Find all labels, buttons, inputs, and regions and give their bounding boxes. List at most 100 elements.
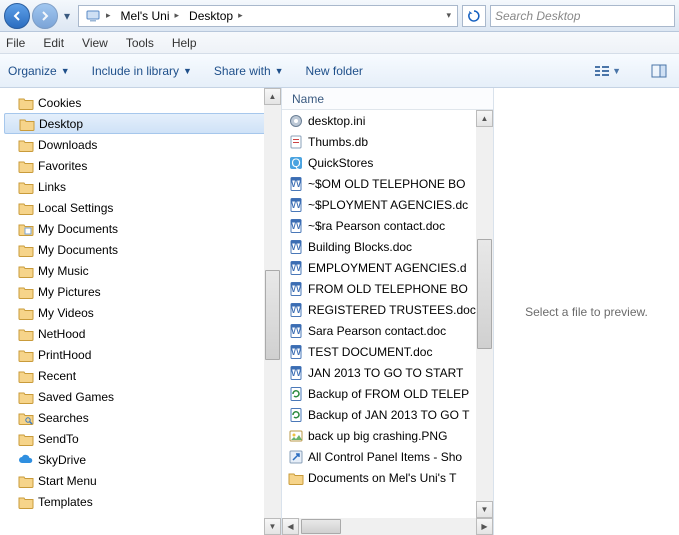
computer-icon: [85, 8, 101, 24]
tree-item-label: PrintHood: [38, 348, 91, 362]
doc-icon: W: [288, 260, 304, 276]
tree-item[interactable]: Cookies: [0, 92, 281, 113]
breadcrumb[interactable]: ▸ Mel's Uni ▸ Desktop ▸ ▾: [78, 5, 458, 27]
menu-help[interactable]: Help: [172, 36, 197, 50]
tree-item[interactable]: Start Menu: [0, 470, 281, 491]
scroll-thumb[interactable]: [477, 239, 492, 349]
list-hscrollbar[interactable]: ◀ ▶: [282, 518, 493, 535]
file-row[interactable]: All Control Panel Items - Sho: [282, 446, 493, 467]
doc-icon: W: [288, 344, 304, 360]
tree-item[interactable]: My Pictures: [0, 281, 281, 302]
refresh-button[interactable]: [462, 5, 486, 27]
menu-edit[interactable]: Edit: [43, 36, 64, 50]
menu-file[interactable]: File: [6, 36, 25, 50]
breadcrumb-seg2[interactable]: Desktop ▸: [185, 6, 249, 26]
tree-item[interactable]: Local Settings: [0, 197, 281, 218]
tree-scrollbar[interactable]: ▲ ▼: [264, 88, 281, 535]
scroll-down-button[interactable]: ▼: [264, 518, 281, 535]
file-row[interactable]: WSara Pearson contact.doc: [282, 320, 493, 341]
docx-icon: W: [288, 365, 304, 381]
tree-item[interactable]: Searches: [0, 407, 281, 428]
tree-item[interactable]: My Documents: [0, 239, 281, 260]
tree-item[interactable]: PrintHood: [0, 344, 281, 365]
file-row[interactable]: Backup of JAN 2013 TO GO T: [282, 404, 493, 425]
scroll-left-button[interactable]: ◀: [282, 518, 299, 535]
file-row[interactable]: WEMPLOYMENT AGENCIES.d: [282, 257, 493, 278]
docx-icon: W: [288, 218, 304, 234]
column-header-name[interactable]: Name: [282, 88, 493, 110]
list-scrollbar[interactable]: ▲ ▼: [476, 110, 493, 518]
command-bar: Organize ▼ Include in library ▼ Share wi…: [0, 54, 679, 88]
tree-item[interactable]: Saved Games: [0, 386, 281, 407]
content-area: CookiesDesktopDownloadsFavoritesLinksLoc…: [0, 88, 679, 535]
tree-item[interactable]: Desktop: [4, 113, 277, 134]
scroll-up-button[interactable]: ▲: [264, 88, 281, 105]
file-row[interactable]: back up big crashing.PNG: [282, 425, 493, 446]
file-row[interactable]: W~$OM OLD TELEPHONE BO: [282, 173, 493, 194]
scroll-right-button[interactable]: ▶: [476, 518, 493, 535]
folder-icon: [18, 284, 34, 300]
tree-item[interactable]: SkyDrive: [0, 449, 281, 470]
file-row[interactable]: WREGISTERED TRUSTEES.doc: [282, 299, 493, 320]
address-bar: ▾ ▸ Mel's Uni ▸ Desktop ▸ ▾ Search Deskt…: [0, 0, 679, 32]
file-row[interactable]: WBuilding Blocks.doc: [282, 236, 493, 257]
tree-item[interactable]: My Documents: [0, 218, 281, 239]
file-row[interactable]: W JAN 2013 TO GO TO START: [282, 362, 493, 383]
nav-history-dropdown[interactable]: ▾: [60, 3, 74, 29]
svg-text:Q: Q: [291, 156, 300, 170]
tree-item[interactable]: Templates: [0, 491, 281, 512]
new-folder-button[interactable]: New folder: [306, 64, 363, 78]
folder-icon: [18, 494, 34, 510]
scroll-up-button[interactable]: ▲: [476, 110, 493, 127]
file-row[interactable]: Documents on Mel's Uni's T: [282, 467, 493, 488]
file-row[interactable]: W~$PLOYMENT AGENCIES.dc: [282, 194, 493, 215]
search-input[interactable]: Search Desktop: [490, 5, 675, 27]
view-options-button[interactable]: ▼: [590, 60, 625, 82]
folder-open-icon: [19, 116, 35, 132]
tree-item[interactable]: My Videos: [0, 302, 281, 323]
preview-pane-button[interactable]: [647, 60, 671, 82]
include-library-button[interactable]: Include in library ▼: [92, 64, 192, 78]
menu-bar: File Edit View Tools Help: [0, 32, 679, 54]
file-name: Thumbs.db: [308, 135, 368, 149]
tree-item[interactable]: Links: [0, 176, 281, 197]
file-row[interactable]: desktop.ini: [282, 110, 493, 131]
folder-icon: [18, 431, 34, 447]
organize-button[interactable]: Organize ▼: [8, 64, 70, 78]
tree-item[interactable]: NetHood: [0, 323, 281, 344]
svg-text:W: W: [290, 260, 302, 274]
breadcrumb-computer[interactable]: ▸: [81, 6, 117, 26]
folder-icon: [18, 137, 34, 153]
file-name: QuickStores: [308, 156, 373, 170]
back-button[interactable]: [4, 3, 30, 29]
breadcrumb-label: Mel's Uni: [121, 9, 170, 23]
svg-text:W: W: [290, 302, 302, 316]
file-row[interactable]: WTEST DOCUMENT.doc: [282, 341, 493, 362]
scroll-down-button[interactable]: ▼: [476, 501, 493, 518]
scroll-thumb[interactable]: [301, 519, 341, 534]
file-name: Sara Pearson contact.doc: [308, 324, 446, 338]
tree-item[interactable]: My Music: [0, 260, 281, 281]
share-with-button[interactable]: Share with ▼: [214, 64, 284, 78]
file-row[interactable]: Backup of FROM OLD TELEP: [282, 383, 493, 404]
forward-button[interactable]: [32, 3, 58, 29]
file-name: Building Blocks.doc: [308, 240, 412, 254]
shortcut-icon: [288, 449, 304, 465]
file-row[interactable]: WFROM OLD TELEPHONE BO: [282, 278, 493, 299]
scroll-thumb[interactable]: [265, 270, 280, 360]
menu-view[interactable]: View: [82, 36, 108, 50]
tree-item[interactable]: SendTo: [0, 428, 281, 449]
tree-item-label: SkyDrive: [38, 453, 86, 467]
tree-item[interactable]: Favorites: [0, 155, 281, 176]
address-dropdown[interactable]: ▾: [444, 10, 455, 21]
file-row[interactable]: Thumbs.db: [282, 131, 493, 152]
menu-tools[interactable]: Tools: [126, 36, 154, 50]
svg-text:W: W: [290, 218, 302, 232]
file-name: JAN 2013 TO GO TO START: [308, 366, 463, 380]
file-row[interactable]: Q QuickStores: [282, 152, 493, 173]
breadcrumb-seg1[interactable]: Mel's Uni ▸: [117, 6, 186, 26]
tree-item[interactable]: Recent: [0, 365, 281, 386]
organize-label: Organize: [8, 64, 57, 78]
file-row[interactable]: W~$ra Pearson contact.doc: [282, 215, 493, 236]
tree-item[interactable]: Downloads: [0, 134, 281, 155]
